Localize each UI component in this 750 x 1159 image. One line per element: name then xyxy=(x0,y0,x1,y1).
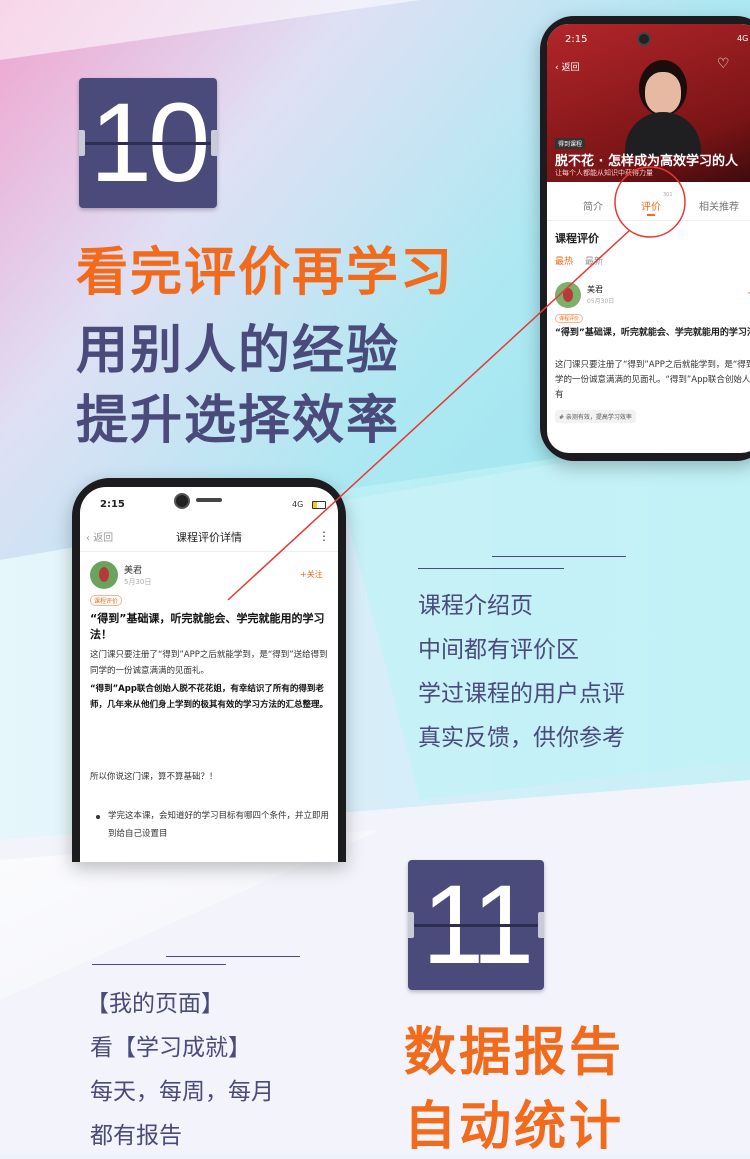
number-card-11: 11 xyxy=(408,860,544,990)
achievement-line-2: 看【学习成就】 xyxy=(90,1035,251,1061)
divider-bottom-left xyxy=(92,964,226,965)
divider-top-right-2 xyxy=(492,556,626,557)
feature-line-2: 中间都有评价区 xyxy=(418,637,579,663)
headline-data-report: 数据报告 xyxy=(404,1023,625,1083)
highlight-circle xyxy=(614,166,686,238)
achievement-line-4: 都有报告 xyxy=(90,1123,182,1149)
connector-annotation xyxy=(227,166,686,601)
feature-line-4: 真实反馈，供你参考 xyxy=(418,725,625,751)
headline-auto-stats: 自动统计 xyxy=(404,1097,625,1157)
feature-line-1: 课程介绍页 xyxy=(418,593,533,619)
achievement-line-1: 【我的页面】 xyxy=(86,991,224,1017)
feature-line-3: 学过课程的用户点评 xyxy=(418,681,625,707)
achievement-line-3: 每天，每周，每月 xyxy=(90,1079,274,1105)
divider-top-right xyxy=(418,568,564,569)
connector-line xyxy=(227,229,631,601)
divider-bottom-left-2 xyxy=(166,956,300,957)
